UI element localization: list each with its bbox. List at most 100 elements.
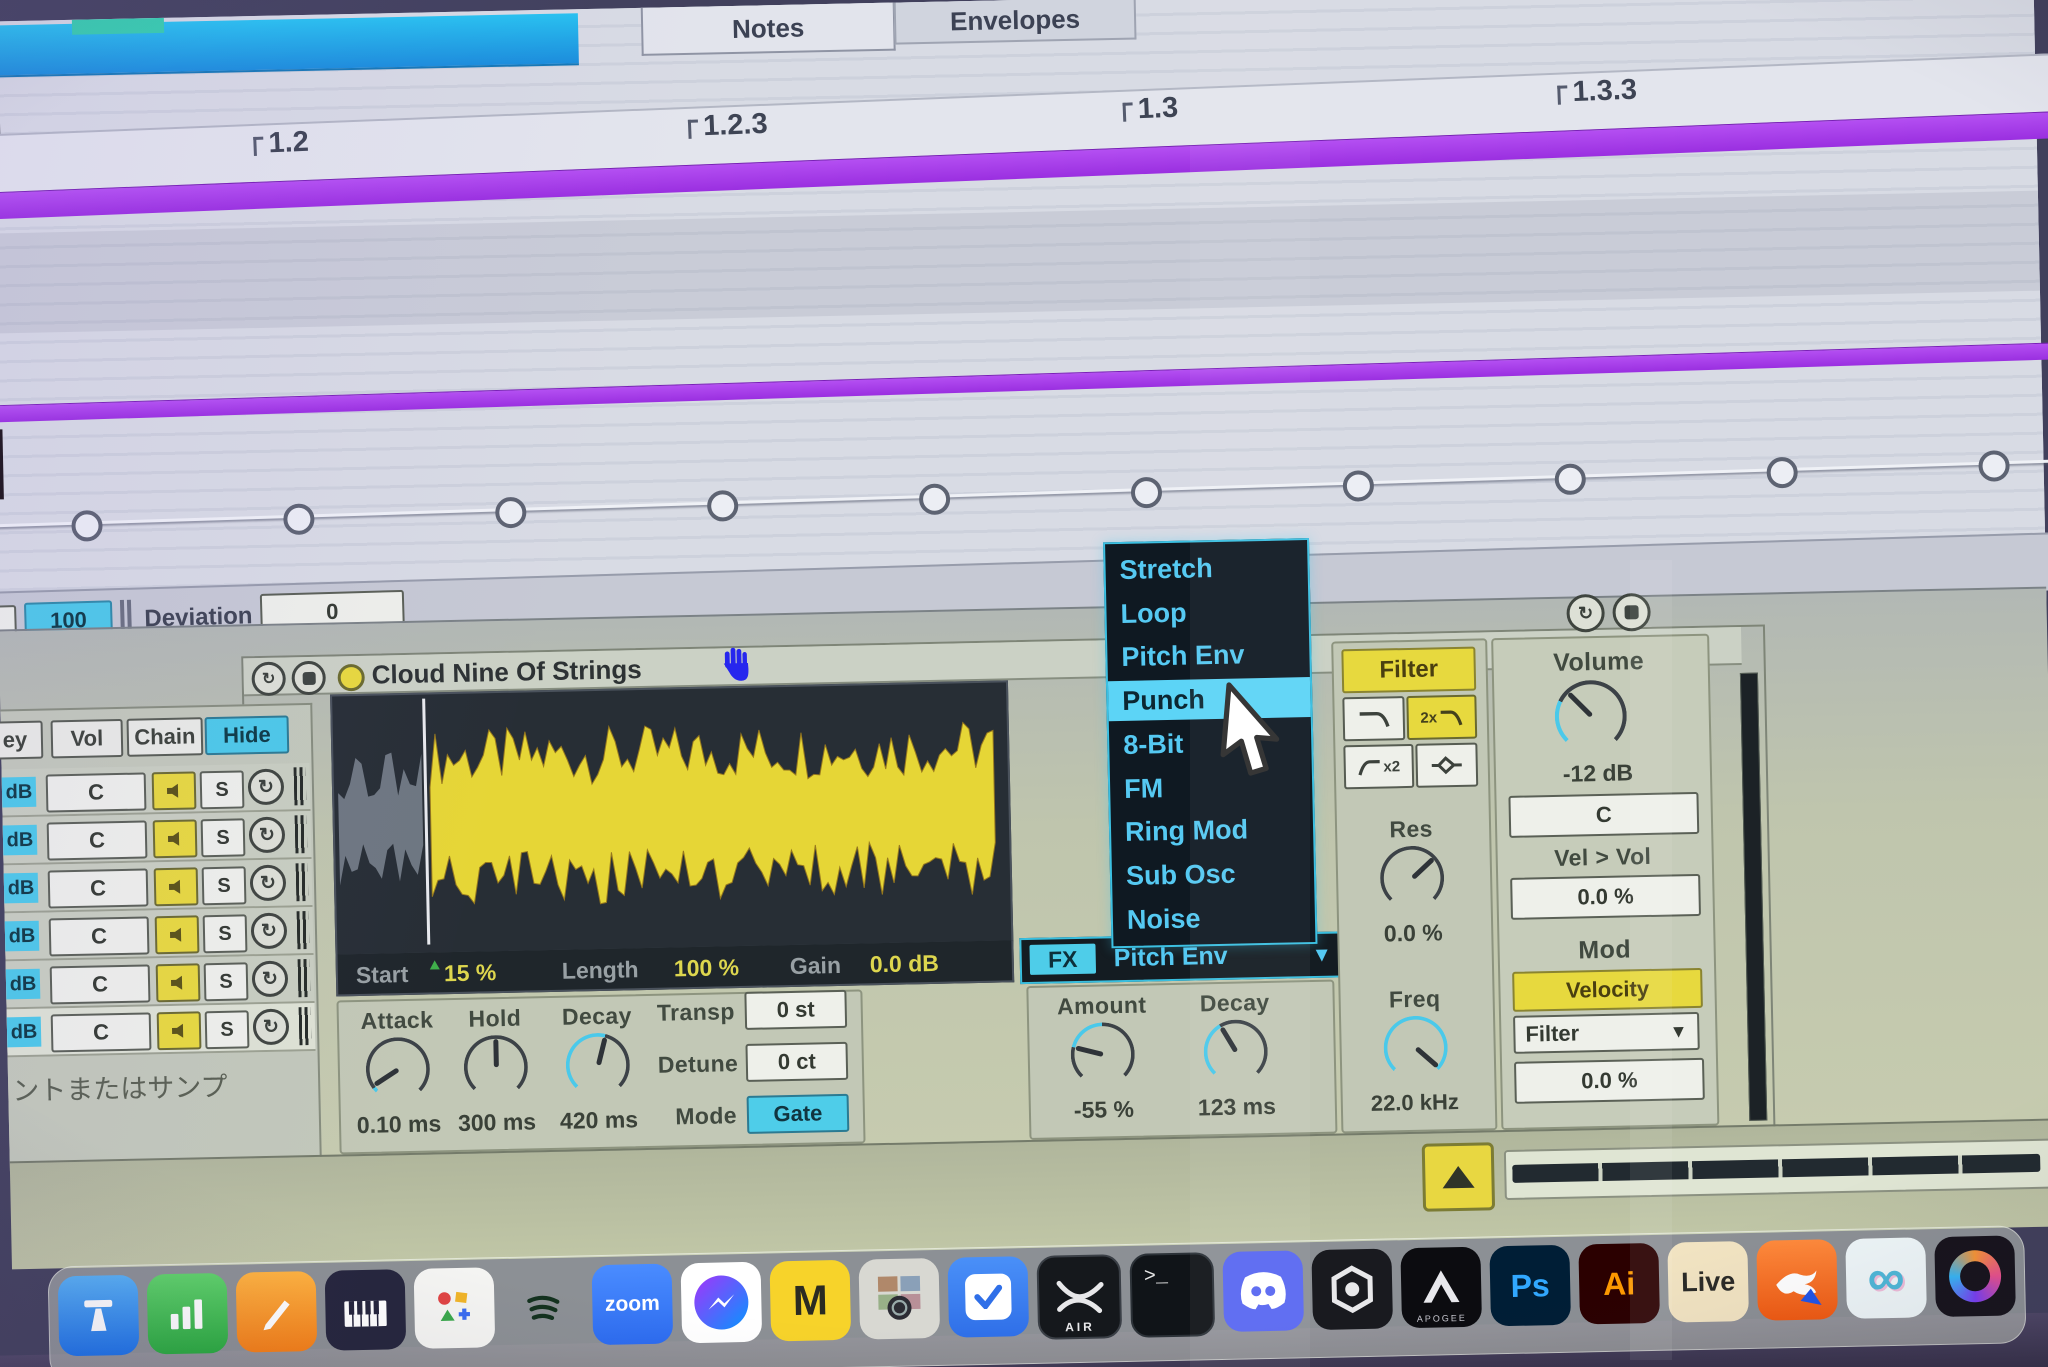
camera-lens-icon[interactable] [1934,1235,2016,1317]
fx-decay-knob[interactable] [1203,1019,1268,1084]
res-value[interactable]: 0.0 % [1384,919,1443,947]
chain-solo-button[interactable]: S [202,866,247,905]
tab-key[interactable]: ey [0,721,43,760]
hold-knob[interactable] [463,1035,528,1100]
zoom-strip-segments[interactable] [1512,1154,2040,1183]
mod-amount-field[interactable]: 0.0 % [1514,1058,1705,1104]
colorful-shapes-app-icon[interactable] [414,1267,496,1349]
start-value[interactable]: 15 % [444,959,497,987]
filter-section-button[interactable]: Filter [1341,647,1476,694]
tab-vel[interactable]: Vol [51,719,124,758]
breakpoint[interactable] [707,490,739,522]
menu-item-noise[interactable]: Noise [1113,896,1316,940]
spotify-icon[interactable] [503,1265,585,1347]
menu-item-ring-mod[interactable]: Ring Mod [1111,808,1314,852]
hexagon-logo-icon[interactable] [1311,1248,1393,1330]
filter-type-lowpass-x2-icon[interactable]: 2x [1406,695,1477,740]
breakpoint[interactable] [71,510,103,542]
chain-row-selected[interactable]: dB C S ↻ [7,1003,316,1057]
chain-solo-button[interactable]: S [200,770,245,809]
chain-volume[interactable]: dB [5,921,40,952]
volume-value[interactable]: -12 dB [1563,759,1634,787]
chain-activator-speaker-icon[interactable] [153,819,198,858]
x-air-icon[interactable]: AIR [1036,1254,1122,1340]
chain-activator-speaker-icon[interactable] [156,963,201,1002]
volume-knob[interactable] [1554,679,1627,752]
menu-item-sub-osc[interactable]: Sub Osc [1112,852,1315,896]
freq-knob[interactable] [1383,1015,1448,1080]
breakpoint[interactable] [283,503,315,535]
illustrator-icon[interactable]: Ai [1578,1243,1660,1325]
chain-row[interactable]: dB C S ↻ [4,859,313,913]
chain-hotswap-icon[interactable]: ↻ [253,1008,290,1045]
chain-hotswap-icon[interactable]: ↻ [250,865,287,902]
volume-pan-field[interactable]: C [1508,792,1699,838]
terminal-icon[interactable]: >_ [1129,1252,1215,1338]
breakpoint[interactable] [919,483,951,515]
chain-volume[interactable]: dB [3,825,38,856]
breakpoint[interactable] [1766,457,1798,489]
transp-field[interactable]: 0 st [744,990,847,1030]
breakpoint[interactable] [1342,470,1374,502]
mod-dest-dropdown[interactable]: Filter ▼ [1513,1012,1700,1054]
chain-hotswap-icon[interactable]: ↻ [252,961,289,998]
chain-activator-speaker-icon[interactable] [154,867,199,906]
menu-item-loop[interactable]: Loop [1106,590,1309,634]
decay-value[interactable]: 420 ms [560,1106,639,1135]
chain-pan[interactable]: C [51,1012,152,1052]
piano-app-icon[interactable] [325,1269,407,1351]
numbers-icon[interactable] [147,1273,229,1355]
breakpoint[interactable] [495,497,527,529]
attack-value[interactable]: 0.10 ms [357,1110,442,1139]
keynote-icon[interactable] [58,1275,140,1357]
apogee-icon[interactable]: APOGEE [1400,1247,1482,1329]
photoshop-icon[interactable]: Ps [1489,1245,1571,1327]
menu-item-stretch[interactable]: Stretch [1105,546,1308,590]
chain-row[interactable]: dB C S ↻ [3,811,312,865]
tab-hide[interactable]: Hide [204,715,289,755]
chain-activator-speaker-icon[interactable] [157,1011,202,1050]
chain-row[interactable]: dB C S ↻ [2,763,311,817]
chain-pan[interactable]: C [46,772,147,812]
decay-knob[interactable] [565,1032,630,1097]
photo-collage-icon[interactable] [858,1258,940,1340]
hold-value[interactable]: 300 ms [458,1108,537,1137]
amount-knob[interactable] [1070,1022,1135,1087]
res-knob[interactable] [1379,845,1444,910]
filter-type-highpass-x2-icon[interactable]: x2 [1343,744,1414,789]
breakpoint[interactable] [1978,450,2010,482]
messenger-icon[interactable] [681,1262,763,1344]
mode-gate-button[interactable]: Gate [747,1094,850,1134]
chain-volume[interactable]: dB [4,873,39,904]
chain-solo-button[interactable]: S [201,818,246,857]
chevron-down-icon[interactable]: ▾ [1315,940,1328,969]
discord-icon[interactable] [1222,1250,1304,1332]
menu-item-pitch-env[interactable]: Pitch Env [1107,633,1310,677]
chain-hotswap-icon[interactable]: ↻ [249,817,286,854]
chain-activator-speaker-icon[interactable] [152,771,197,810]
chain-volume[interactable]: dB [6,969,41,1000]
chain-solo-button[interactable]: S [205,1010,250,1049]
mail-m-icon[interactable]: M [770,1260,852,1342]
tab-chain[interactable]: Chain [127,717,204,757]
fold-up-button[interactable] [1422,1142,1495,1211]
chain-row[interactable]: dB C S ↻ [5,907,314,961]
vel-vol-field[interactable]: 0.0 % [1510,874,1701,920]
attack-knob[interactable] [365,1037,430,1102]
chain-hotswap-icon[interactable]: ↻ [248,769,285,806]
tab-notes[interactable]: Notes [641,3,896,56]
chain-volume[interactable]: dB [7,1017,42,1048]
gain-value[interactable]: 0.0 dB [870,950,940,978]
chain-pan[interactable]: C [48,868,149,908]
chain-pan[interactable]: C [47,820,148,860]
chain-activator-speaker-icon[interactable] [155,915,200,954]
eagle-app-icon[interactable] [1756,1239,1838,1321]
breakpoint[interactable] [1131,477,1163,509]
mod-source-velocity-button[interactable]: Velocity [1512,968,1703,1012]
zoom-icon[interactable]: zoom [592,1264,674,1346]
chain-volume[interactable]: dB [2,777,37,808]
filter-type-bandpass-icon[interactable] [1415,743,1478,788]
filter-type-lowpass-icon[interactable] [1342,696,1405,741]
pages-icon[interactable] [236,1271,318,1353]
breakpoint[interactable] [1554,463,1586,495]
